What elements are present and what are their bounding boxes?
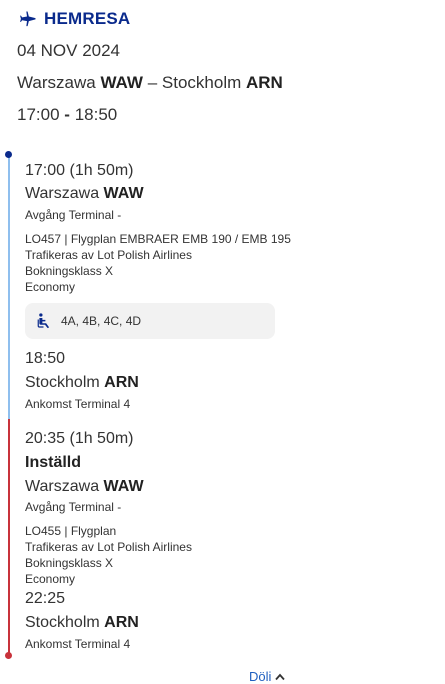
segment-2-booking-class: Bokningsklass X xyxy=(25,556,114,570)
segment-1-booking-class: Bokningsklass X xyxy=(25,264,114,278)
timeline-end-dot xyxy=(5,652,12,659)
trip-times: 17:00 - 18:50 xyxy=(17,105,117,125)
header-title: HEMRESA xyxy=(44,9,131,28)
segment-1-flight-info: LO457 | Flygplan EMBRAER EMB 190 / EMB 1… xyxy=(25,232,291,246)
city-name: Warszawa xyxy=(25,185,100,202)
destination-city: Stockholm xyxy=(161,73,242,92)
segment-2-arrival-city: Stockholm ARN xyxy=(25,614,139,632)
airport-code: ARN xyxy=(104,374,139,391)
city-name: Stockholm xyxy=(25,374,100,391)
seat-icon xyxy=(37,313,50,329)
segment-2-flight-info: LO455 | Flygplan xyxy=(25,524,117,538)
airplane-icon xyxy=(20,11,36,27)
segment-1-arrival-time: 18:50 xyxy=(25,350,66,367)
segment-1-arrival-city: Stockholm ARN xyxy=(25,374,139,392)
route-summary: Warszawa WAW – Stockholm ARN xyxy=(17,73,283,93)
segment-2-operator: Trafikeras av Lot Polish Airlines xyxy=(25,540,192,554)
airport-code: WAW xyxy=(103,478,144,495)
seat-assignment-box[interactable]: 4A, 4B, 4C, 4D xyxy=(25,303,275,339)
segment-2-arrival-time: 22:25 xyxy=(25,590,66,607)
trip-date: 04 NOV 2024 xyxy=(17,41,121,60)
segment-1-operator: Trafikeras av Lot Polish Airlines xyxy=(25,248,192,262)
timeline-segment-cancelled xyxy=(8,419,10,656)
segment-2-status: Inställd xyxy=(25,454,82,471)
segment-2-arrival-terminal: Ankomst Terminal 4 xyxy=(25,637,131,651)
segment-1-cabin: Economy xyxy=(25,280,76,294)
segment-1-departure-city: Warszawa WAW xyxy=(25,185,144,203)
segment-2-departure-terminal: Avgång Terminal - xyxy=(25,500,122,514)
origin-code: WAW xyxy=(100,73,143,92)
segment-2-departure-time: 20:35 (1h 50m) xyxy=(25,430,134,447)
timeline-segment-ok xyxy=(8,155,10,419)
return-trip-header: HEMRESA xyxy=(18,9,130,29)
destination-code: ARN xyxy=(246,73,283,92)
segment-1-departure-time: 17:00 (1h 50m) xyxy=(25,162,134,179)
timeline-start-dot xyxy=(5,151,12,158)
time-separator: - xyxy=(64,105,70,124)
route-separator: – xyxy=(147,73,158,92)
origin-city: Warszawa xyxy=(17,73,96,92)
segment-1-arrival-terminal: Ankomst Terminal 4 xyxy=(25,397,131,411)
segment-2-cabin: Economy xyxy=(25,572,76,586)
seat-numbers: 4A, 4B, 4C, 4D xyxy=(61,314,142,328)
city-name: Warszawa xyxy=(25,478,100,495)
city-name: Stockholm xyxy=(25,614,100,631)
arrive-time: 18:50 xyxy=(74,105,118,124)
segment-2-departure-city: Warszawa WAW xyxy=(25,478,144,496)
airport-code: WAW xyxy=(103,185,144,202)
airport-code: ARN xyxy=(104,614,139,631)
segment-1-departure-terminal: Avgång Terminal - xyxy=(25,208,122,222)
depart-time: 17:00 xyxy=(17,105,60,124)
